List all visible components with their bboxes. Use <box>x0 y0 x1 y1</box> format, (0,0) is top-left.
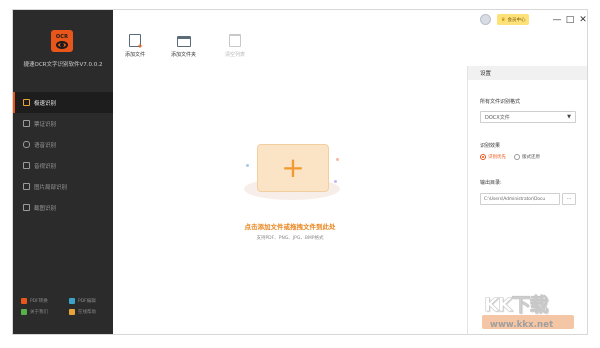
effect-radio-group: 识别优先 版式还原 <box>480 154 540 160</box>
sidebar-item-label: 极速识别 <box>34 100 57 107</box>
tool-label: PDF转换 <box>30 299 48 304</box>
app-name: 捷速OCR文字识别软件V7.0.0.2 <box>23 62 103 68</box>
add-file-card[interactable]: + <box>257 144 329 192</box>
crown-icon: ♛ <box>501 16 506 23</box>
clear-list-button[interactable]: 清空列表 <box>225 34 245 58</box>
radio-label: 版式还原 <box>522 155 540 160</box>
logo-text: OCR <box>55 33 69 40</box>
tool-pdf-edit[interactable]: PDF编辑 <box>69 298 111 304</box>
format-label: 所有文件识别格式 <box>480 99 521 105</box>
minimize-button[interactable]: — <box>551 13 563 26</box>
settings-panel: 设置 所有文件识别格式 DOCX文件 ▼ 识别效果 识别优先 版式还原 输出目录… <box>467 66 587 334</box>
drop-illustration[interactable]: + <box>240 144 344 204</box>
screenshot-icon <box>23 204 30 211</box>
format-value: DOCX文件 <box>485 114 510 121</box>
sidebar-item-label: 语音识别 <box>34 142 57 149</box>
add-folder-button[interactable]: 添加文件夹 <box>171 34 196 58</box>
user-avatar-icon[interactable] <box>480 14 491 25</box>
vip-center-button[interactable]: ♛ 会员中心 <box>497 14 530 25</box>
trash-icon <box>229 34 241 47</box>
video-icon <box>23 162 30 169</box>
sidebar-item-screenshot[interactable]: 截图识别 <box>13 197 113 218</box>
output-path-field[interactable]: C:\Users\Administrator\Docu <box>480 193 560 205</box>
add-file-button[interactable]: 添加文件 <box>125 34 145 58</box>
drop-title[interactable]: 点击添加文件或拖拽文件到此处 <box>113 221 467 231</box>
output-label: 输出目录: <box>480 180 502 186</box>
sparkle-icon <box>334 180 337 183</box>
radio-recognition-first[interactable]: 识别优先 <box>480 154 506 160</box>
radio-checked-icon <box>480 154 486 160</box>
clear-list-label: 清空列表 <box>225 52 246 58</box>
close-button[interactable]: ✕ <box>577 13 587 26</box>
tool-label: PDF编辑 <box>78 299 96 304</box>
sidebar-nav: 极速识别 票证识别 语音识别 音视识别 图片局部识别 截图识别 <box>13 92 113 218</box>
format-select[interactable]: DOCX文件 ▼ <box>480 111 576 123</box>
settings-header: 设置 <box>468 66 587 80</box>
sidebar-item-fast-recognize[interactable]: 极速识别 <box>13 92 113 113</box>
sidebar-item-label: 票证识别 <box>34 121 57 128</box>
vip-label: 会员中心 <box>507 17 526 23</box>
help-icon <box>69 309 75 315</box>
pdf-edit-icon <box>69 298 75 304</box>
caret-down-icon: ▼ <box>567 114 571 120</box>
file-drop-area[interactable]: + 点击添加文件或拖拽文件到此处 支持PDF、PNG、JPG、BMP格式 <box>113 66 467 334</box>
start-recognize-button[interactable] <box>482 315 574 329</box>
tool-about[interactable]: 关于我们 <box>21 309 69 315</box>
app-logo: OCR <box>51 30 73 52</box>
add-folder-label: 添加文件夹 <box>171 52 197 58</box>
sparkle-icon <box>336 158 339 161</box>
microphone-icon <box>23 141 30 148</box>
drop-formats: 支持PDF、PNG、JPG、BMP格式 <box>256 236 324 241</box>
sidebar: OCR 捷速OCR文字识别软件V7.0.0.2 极速识别 票证识别 语音识别 音… <box>13 10 113 334</box>
image-crop-icon <box>23 183 30 190</box>
folder-icon <box>176 36 191 47</box>
radio-unchecked-icon <box>514 154 520 160</box>
sidebar-tools: PDF转换 PDF编辑 关于我们 在线帮助 <box>21 298 111 315</box>
plus-icon: + <box>281 151 305 184</box>
add-file-label: 添加文件 <box>125 52 146 58</box>
tool-label: 关于我们 <box>30 310 48 315</box>
tool-help[interactable]: 在线帮助 <box>69 309 111 315</box>
sidebar-item-voice[interactable]: 语音识别 <box>13 134 113 155</box>
eye-icon <box>56 40 68 49</box>
radio-label: 识别优先 <box>488 155 506 160</box>
sidebar-item-label: 音视识别 <box>34 163 57 170</box>
sidebar-item-ticket[interactable]: 票证识别 <box>13 113 113 134</box>
sidebar-item-label: 图片局部识别 <box>34 184 68 191</box>
pdf-convert-icon <box>21 298 27 304</box>
sparkle-icon <box>246 164 249 167</box>
sidebar-item-image-partial[interactable]: 图片局部识别 <box>13 176 113 197</box>
tool-label: 在线帮助 <box>78 310 96 315</box>
toolbar: 添加文件 添加文件夹 清空列表 <box>113 30 587 66</box>
title-bar: ♛ 会员中心 — □ ✕ <box>113 10 587 30</box>
sidebar-item-video[interactable]: 音视识别 <box>13 155 113 176</box>
browse-button[interactable]: ··· <box>562 193 576 205</box>
effect-label: 识别效果 <box>480 143 501 149</box>
maximize-button[interactable]: □ <box>564 13 576 26</box>
about-icon <box>21 309 27 315</box>
recognize-icon <box>23 99 30 106</box>
add-file-icon <box>129 34 143 50</box>
radio-layout-restore[interactable]: 版式还原 <box>514 154 540 160</box>
ticket-icon <box>23 120 30 127</box>
app-window: OCR 捷速OCR文字识别软件V7.0.0.2 极速识别 票证识别 语音识别 音… <box>12 9 588 335</box>
sidebar-item-label: 截图识别 <box>34 205 57 212</box>
tool-pdf-convert[interactable]: PDF转换 <box>21 298 69 304</box>
